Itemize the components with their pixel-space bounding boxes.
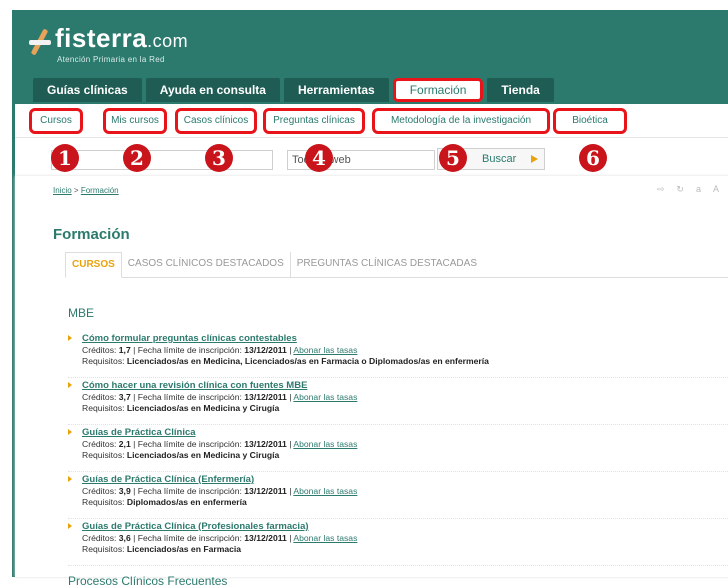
callout-badge-3: 3 [205,144,233,172]
credits-value: 2,1 [118,439,131,449]
pay-fees-link[interactable]: Abonar las tasas [293,533,357,543]
credits-value: 1,7 [118,345,131,355]
brand-tagline: Atención Primaria en la Red [57,55,165,64]
section-title-mbe: MBE [68,306,95,320]
breadcrumb-current[interactable]: Formación [81,186,119,195]
main-nav: Guías clínicas Ayuda en consulta Herrami… [33,78,558,102]
page-tools: ⇨↻aA [657,184,728,195]
brand-suffix: .com [147,31,189,51]
tab-formacion[interactable]: Formación [392,78,484,102]
requirements-label: Requisitos: [82,544,125,554]
search-bar: Todo el web Buscar [15,148,728,172]
text-size-icon[interactable]: a [696,184,713,194]
tab-herramientas[interactable]: Herramientas [283,78,389,102]
site-logo[interactable]: fisterra.com Atención Primaria en la Red [27,24,188,64]
subnav-cursos[interactable]: Cursos [29,108,83,134]
requirements-value: Licenciados/as en Farmacia [126,544,242,554]
requirements-value: Licenciados/as en Medicina y Cirugía [126,450,280,460]
credits-value: 3,9 [118,486,131,496]
main-content: Inicio > Formación ⇨↻aA Formación CURSOS… [15,176,728,587]
text-size-large-icon[interactable]: A [713,184,728,194]
page-title: Formación [53,226,130,243]
deadline-label: Fecha límite de inscripción: [137,392,242,402]
list-item: Cómo formular preguntas clínicas contest… [68,333,728,378]
requirements-label: Requisitos: [82,497,125,507]
breadcrumb-home[interactable]: Inicio [53,186,72,195]
site-header: fisterra.com Atención Primaria en la Red… [15,10,728,110]
course-title-link[interactable]: Cómo hacer una revisión clínica con fuen… [82,380,728,392]
tab-guias-clinicas[interactable]: Guías clínicas [33,78,142,102]
credits-label: Créditos: [82,392,117,402]
subnav-metodologia[interactable]: Metodología de la investigación [372,108,550,134]
list-item: Guías de Práctica Clínica Créditos: 2,1 … [68,427,728,472]
deadline-label: Fecha límite de inscripción: [137,486,242,496]
course-title-link[interactable]: Guías de Práctica Clínica (Profesionales… [82,521,728,533]
requirements-value: Diplomados/as en enfermería [126,497,247,507]
course-title-link[interactable]: Guías de Práctica Clínica [82,427,728,439]
sub-nav: Cursos Mis cursos Casos clínicos Pregunt… [15,104,728,138]
search-input[interactable] [51,150,273,170]
bullet-icon [68,429,72,435]
deadline-value: 13/12/2011 [244,533,287,543]
credits-value: 3,7 [118,392,131,402]
credits-label: Créditos: [82,533,117,543]
breadcrumb: Inicio > Formación [53,186,119,195]
deadline-value: 13/12/2011 [244,392,287,402]
share-icon[interactable]: ⇨ [657,184,677,194]
deadline-label: Fecha límite de inscripción: [137,439,242,449]
arrow-right-icon [531,155,538,163]
deadline-value: 13/12/2011 [244,345,287,355]
deadline-value: 13/12/2011 [244,439,287,449]
search-button-label: Buscar [482,153,517,165]
pay-fees-link[interactable]: Abonar las tasas [293,439,357,449]
requirements-label: Requisitos: [82,356,125,366]
brand-name: fisterra [55,23,148,53]
breadcrumb-separator: > [73,186,79,195]
content-tabs: CURSOS CASOS CLÍNICOS DESTACADOS PREGUNT… [65,252,728,278]
subnav-casos-clinicos[interactable]: Casos clínicos [175,108,257,134]
callout-badge-4: 4 [305,144,333,172]
callout-badge-6: 6 [579,144,607,172]
deadline-label: Fecha límite de inscripción: [137,533,242,543]
subnav-bioetica[interactable]: Bioética [553,108,627,134]
requirements-value: Licenciados/as en Medicina y Cirugía [126,403,280,413]
course-title-link[interactable]: Guías de Práctica Clínica (Enfermería) [82,474,728,486]
callout-badge-1: 1 [51,144,79,172]
bullet-icon [68,335,72,341]
tab-preguntas-clinicas-destacadas[interactable]: PREGUNTAS CLÍNICAS DESTACADAS [291,252,483,278]
list-item: Guías de Práctica Clínica (Enfermería) C… [68,474,728,519]
tab-ayuda-en-consulta[interactable]: Ayuda en consulta [145,78,280,102]
tab-casos-clinicos-destacados[interactable]: CASOS CLÍNICOS DESTACADOS [122,252,291,278]
bullet-icon [68,476,72,482]
credits-label: Créditos: [82,345,117,355]
pay-fees-link[interactable]: Abonar las tasas [293,345,357,355]
callout-badge-5: 5 [439,144,467,172]
list-item: Guías de Práctica Clínica (Profesionales… [68,521,728,566]
course-title-link[interactable]: Cómo formular preguntas clínicas contest… [82,333,728,345]
credits-label: Créditos: [82,439,117,449]
requirements-label: Requisitos: [82,450,125,460]
requirements-value: Licenciados/as en Medicina, Licenciados/… [126,356,489,366]
caduceus-icon [27,28,51,56]
subnav-preguntas-clinicas[interactable]: Preguntas clínicas [263,108,365,134]
pay-fees-link[interactable]: Abonar las tasas [293,486,357,496]
credits-value: 3,6 [118,533,131,543]
deadline-label: Fecha límite de inscripción: [137,345,242,355]
pay-fees-link[interactable]: Abonar las tasas [293,392,357,402]
deadline-value: 13/12/2011 [244,486,287,496]
refresh-icon[interactable]: ↻ [676,184,696,194]
tab-tienda[interactable]: Tienda [487,78,554,102]
tab-cursos[interactable]: CURSOS [65,252,122,278]
subnav-mis-cursos[interactable]: Mis cursos [103,108,167,134]
requirements-label: Requisitos: [82,403,125,413]
callout-badge-2: 2 [123,144,151,172]
page-frame: fisterra.com Atención Primaria en la Red… [12,10,728,587]
bullet-icon [68,382,72,388]
bullet-icon [68,523,72,529]
list-item: Cómo hacer una revisión clínica con fuen… [68,380,728,425]
credits-label: Créditos: [82,486,117,496]
